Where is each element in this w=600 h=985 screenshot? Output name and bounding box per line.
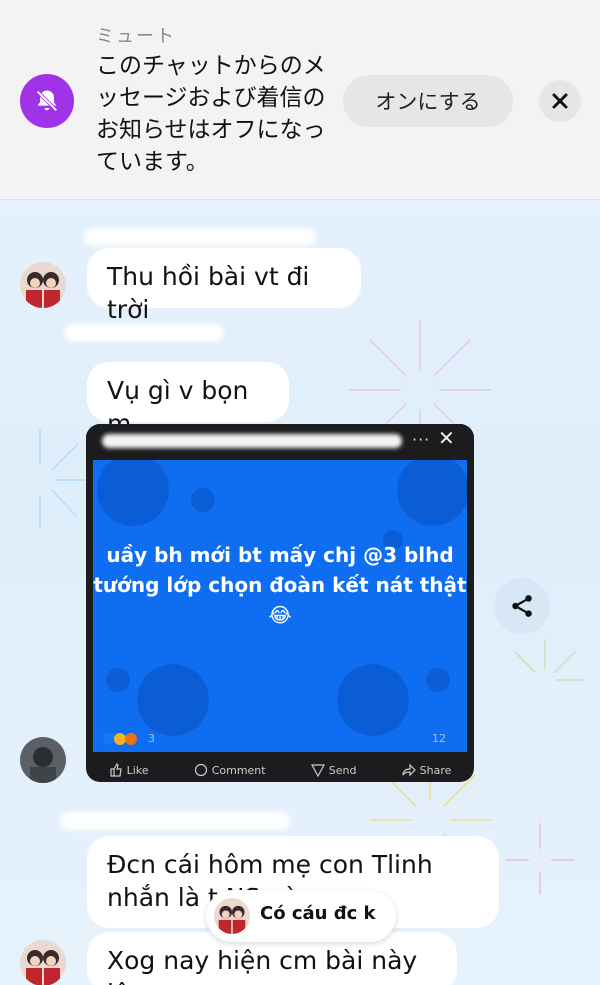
bell-off-icon [20, 74, 74, 128]
post-image: uầy bh mới bt mấy chj @3 blhd tướng lớp … [93, 460, 467, 752]
share-post-button[interactable]: Share [402, 763, 451, 777]
comment-button[interactable]: Comment [194, 763, 266, 777]
unmute-button[interactable]: オンにする [343, 75, 513, 127]
message-bubble[interactable]: Vụ gì v bọn m [87, 362, 289, 438]
comment-count: 12 [432, 732, 446, 745]
reaction-icons [102, 732, 142, 749]
close-icon[interactable]: ✕ [438, 426, 455, 450]
reply-chip-text: Có cáu đc k [260, 903, 376, 924]
more-options-icon[interactable]: ··· [412, 430, 430, 449]
close-banner-button[interactable] [539, 80, 581, 122]
close-icon [552, 93, 568, 109]
avatar[interactable] [20, 737, 66, 783]
share-arrow-icon [402, 763, 416, 777]
post-actions: Like Comment Send Share [86, 758, 474, 782]
comment-icon [194, 763, 207, 777]
post-header: ··· ✕ [86, 424, 474, 460]
message-bubble[interactable]: Thu hồi bài vt đi trời [87, 248, 361, 324]
shared-post-card[interactable]: ··· ✕ uầy bh mới bt mấy chj @3 blhd tướn… [86, 424, 474, 782]
mute-description: このチャットからのメッセージおよび着信のお知らせはオフになっています。 [96, 53, 326, 175]
mute-banner: ミュート このチャットからのメッセージおよび着信のお知らせはオフになっています。… [0, 0, 600, 200]
avatar[interactable] [20, 940, 66, 985]
post-stats: 3 12 [102, 730, 462, 752]
mute-label: ミュート [96, 26, 176, 47]
thumbs-up-icon [109, 763, 122, 777]
avatar[interactable] [20, 262, 66, 308]
post-body-text: uầy bh mới bt mấy chj @3 blhd tướng lớp … [93, 543, 467, 627]
send-button[interactable]: Send [310, 763, 356, 777]
avatar [214, 898, 250, 934]
reply-preview-chip[interactable]: Có cáu đc k [206, 890, 396, 942]
message-text: Xog nay hiện cm bài này lên [107, 946, 418, 985]
sender-name-redacted [60, 812, 290, 830]
share-button[interactable] [494, 578, 550, 634]
sender-name-redacted [64, 324, 224, 342]
like-button[interactable]: Like [109, 763, 149, 777]
send-icon [310, 764, 325, 777]
reaction-count: 3 [148, 732, 155, 745]
share-icon [512, 595, 532, 617]
post-author-redacted [102, 434, 402, 448]
sender-name-redacted [84, 228, 316, 246]
